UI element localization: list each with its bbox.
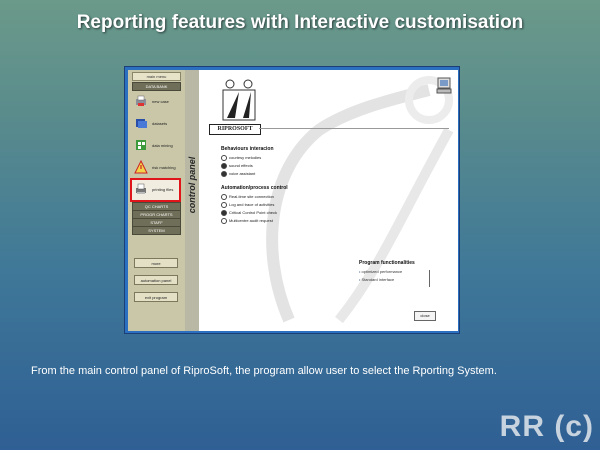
- option-label: Log and trace of activities: [229, 202, 275, 208]
- copyright-mark: RR (c): [499, 410, 594, 443]
- program-functionalities: Program functionalities optimized perfor…: [359, 260, 430, 300]
- radio-icon: [221, 155, 227, 161]
- menu-item-new-case[interactable]: new case: [132, 92, 179, 112]
- riprosoft-logo-text: RIPROSOFT: [209, 124, 261, 135]
- option-label: Multicentre audit request: [229, 218, 273, 224]
- data-bank-header: DATA BANK: [132, 82, 181, 91]
- divider: [259, 128, 449, 129]
- option-label: courtesy melodies: [229, 155, 262, 161]
- behaviour-section-title: Behaviours interacion: [221, 146, 274, 152]
- system-header[interactable]: SYSTEM: [132, 226, 181, 235]
- option-label: Real-time site connection: [229, 194, 274, 200]
- option-multicentre-audit[interactable]: Multicentre audit request: [221, 218, 273, 224]
- slide-title: Reporting features with Interactive cust…: [76, 12, 524, 33]
- automation-section-title: Automation/process control: [221, 185, 288, 191]
- program-item[interactable]: Standard interface: [359, 277, 429, 282]
- automation-panel-button[interactable]: automation panel: [134, 275, 178, 285]
- radio-icon: [221, 171, 227, 177]
- menu-item-printing-files[interactable]: printing files: [130, 178, 181, 202]
- option-real-time-site[interactable]: Real-time site connection: [221, 194, 274, 200]
- option-courtesy-melodies[interactable]: courtesy melodies: [221, 155, 261, 161]
- option-label: sound effects: [229, 163, 253, 169]
- printer-icon: [136, 95, 146, 106]
- divider: [429, 270, 430, 287]
- main-menu-button[interactable]: main menu: [132, 72, 181, 81]
- app-screenshot: main menu DATA BANK new case datasets da…: [124, 66, 460, 334]
- database-icon: [136, 119, 147, 128]
- radio-icon: [221, 210, 227, 216]
- option-label: voice assistant: [229, 171, 256, 177]
- main-panel: RIPROSOFT Behaviours interacion courtesy…: [199, 70, 458, 331]
- printer-report-icon: [136, 183, 146, 194]
- radio-icon: [221, 194, 227, 200]
- computer-icon[interactable]: [436, 77, 452, 95]
- menu-item-risk-matching[interactable]: risk matching: [132, 158, 179, 178]
- slide-caption: From the main control panel of RiproSoft…: [31, 365, 497, 377]
- control-panel-strip: control panel: [185, 70, 199, 331]
- menu-item-data-mining[interactable]: data mining: [132, 136, 179, 156]
- close-button[interactable]: close: [414, 311, 436, 321]
- menu-item-label: data mining: [152, 143, 173, 148]
- riprosoft-logo-icon: [222, 79, 256, 121]
- more-button[interactable]: more: [134, 258, 178, 268]
- menu-item-label: datasets: [152, 121, 168, 126]
- option-critical-control[interactable]: Critical Control Point check: [221, 210, 277, 216]
- left-menu-panel: main menu DATA BANK new case datasets da…: [128, 70, 185, 331]
- radio-icon: [221, 163, 227, 169]
- menu-item-datasets[interactable]: datasets: [132, 114, 179, 134]
- radio-icon: [221, 218, 227, 224]
- program-title: Program functionalities: [359, 260, 415, 266]
- warning-icon: [134, 160, 148, 174]
- menu-item-label: printing files: [152, 187, 174, 192]
- option-log-trace[interactable]: Log and trace of activities: [221, 202, 274, 208]
- option-voice-assistant[interactable]: voice assistant: [221, 171, 255, 177]
- spreadsheet-icon: [136, 140, 146, 150]
- program-item[interactable]: optimized performance: [359, 269, 429, 274]
- control-panel-label: control panel: [187, 156, 197, 214]
- option-sound-effects[interactable]: sound effects: [221, 163, 253, 169]
- exit-program-button[interactable]: exit program: [134, 292, 178, 302]
- menu-item-label: new case: [152, 99, 169, 104]
- menu-item-label: risk matching: [152, 165, 176, 170]
- radio-icon: [221, 202, 227, 208]
- option-label: Critical Control Point check: [229, 210, 278, 216]
